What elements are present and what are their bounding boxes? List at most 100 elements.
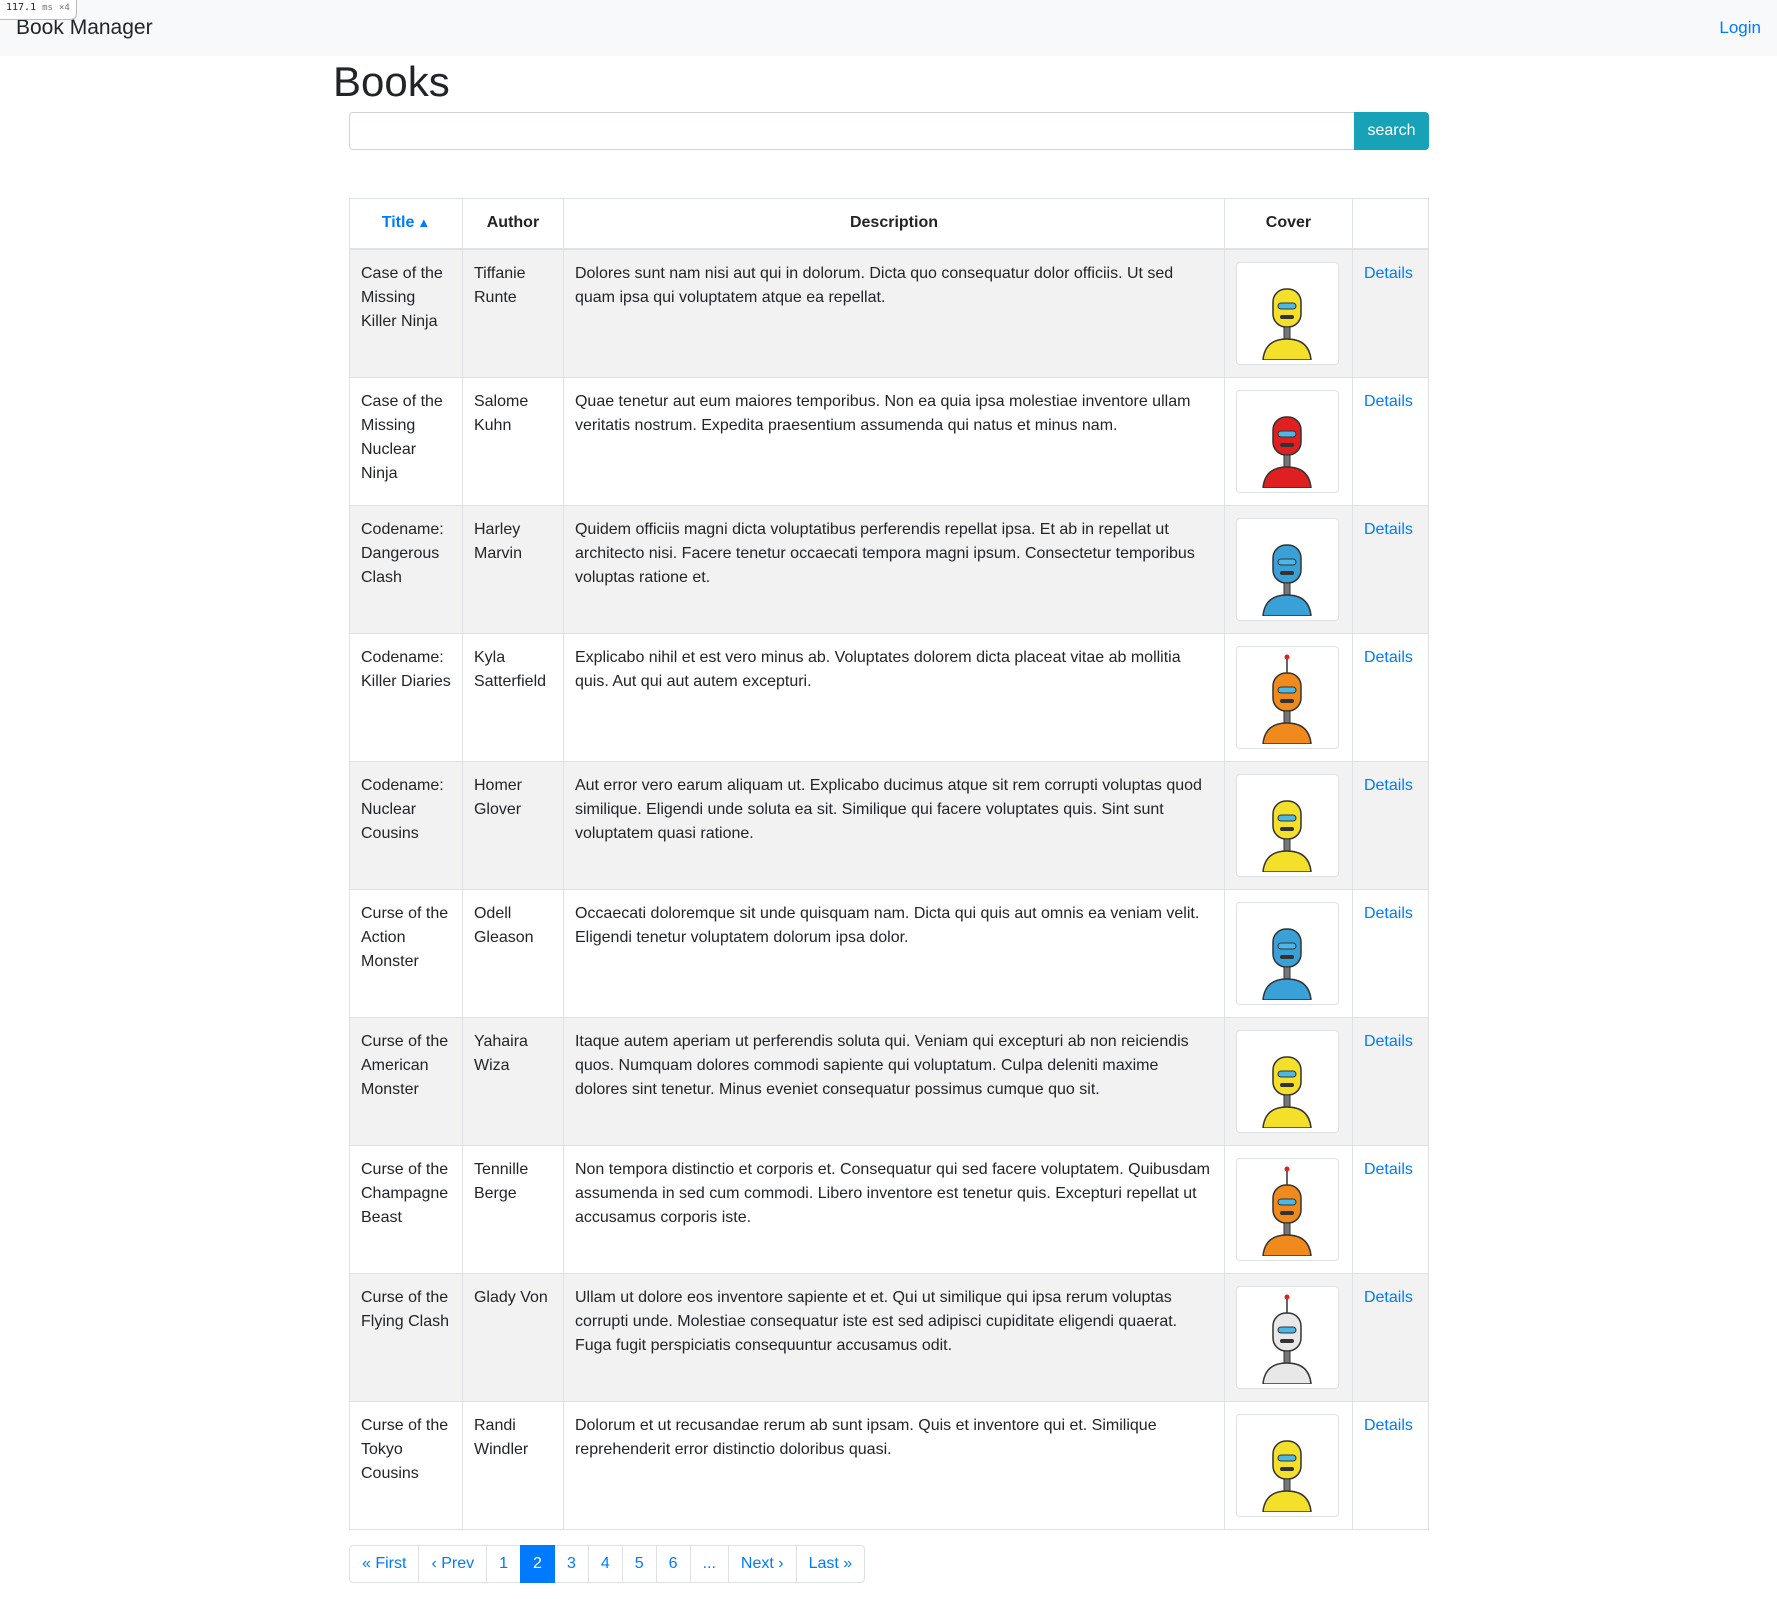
book-action-cell: Details — [1351, 1016, 1430, 1146]
table-row: Curse of the American Monster Yahaira Wiz… — [349, 1016, 1430, 1146]
blue-robot-cover — [1235, 517, 1339, 621]
yellow-robot-cover — [1235, 1413, 1339, 1517]
book-cover-cell — [1223, 888, 1353, 1018]
page-link[interactable]: Next › — [727, 1545, 797, 1583]
book-description: Dolores sunt nam nisi aut qui in dolorum… — [562, 248, 1225, 378]
header-action — [1351, 198, 1430, 250]
table-row: Curse of the Champagne Beast Tennille Ber… — [349, 1144, 1430, 1274]
page-link[interactable]: Last » — [795, 1545, 866, 1583]
book-cover-cell — [1223, 1144, 1353, 1274]
page-link[interactable]: « First — [349, 1545, 420, 1583]
book-author: Glady Von — [461, 1272, 564, 1402]
yellow-robot-cover — [1235, 1029, 1339, 1133]
book-action-cell: Details — [1351, 888, 1430, 1018]
page-link[interactable]: ‹ Prev — [418, 1545, 488, 1583]
header-title: Title ▲ — [349, 198, 463, 250]
details-link[interactable]: Details — [1364, 521, 1413, 538]
table-row: Codename: Nuclear Cousins Homer Glover Aut… — [349, 760, 1430, 890]
book-title: Curse of the Tokyo Cousins — [349, 1400, 463, 1530]
book-description: Quidem officiis magni dicta voluptatibus… — [562, 504, 1225, 634]
book-author: Homer Glover — [461, 760, 564, 890]
book-description: Non tempora distinctio et corporis et. C… — [562, 1144, 1225, 1274]
book-description: Dolorum et ut recusandae rerum ab sunt i… — [562, 1400, 1225, 1530]
books-table: Title ▲ Author Description Cover Case of … — [349, 198, 1430, 1530]
book-action-cell: Details — [1351, 504, 1430, 634]
book-author: Randi Windler — [461, 1400, 564, 1530]
book-action-cell: Details — [1351, 248, 1430, 378]
book-cover-cell — [1223, 1016, 1353, 1146]
book-description: Occaecati doloremque sit unde quisquam n… — [562, 888, 1225, 1018]
page-link-active[interactable]: 2 — [520, 1545, 555, 1583]
details-link[interactable]: Details — [1364, 1289, 1413, 1306]
table-row: Curse of the Action Monster Odell Gleason… — [349, 888, 1430, 1018]
book-title: Curse of the American Monster — [349, 1016, 463, 1146]
table-header-row: Title ▲ Author Description Cover — [349, 198, 1430, 250]
book-cover-cell — [1223, 760, 1353, 890]
page-link[interactable]: 5 — [621, 1545, 657, 1583]
page-title: Books — [333, 58, 450, 105]
book-author: Tennille Berge — [461, 1144, 564, 1274]
details-link[interactable]: Details — [1364, 1161, 1413, 1178]
perf-badge: 117.1 ms ×4 — [0, 0, 77, 20]
blue-robot-cover — [1235, 901, 1339, 1005]
search-button[interactable]: search — [1354, 112, 1429, 150]
details-link[interactable]: Details — [1364, 1417, 1413, 1434]
white-robot-cover — [1235, 1285, 1339, 1389]
table-row: Codename: Killer Diaries Kyla Satterfield… — [349, 632, 1430, 762]
book-title: Codename: Nuclear Cousins — [349, 760, 463, 890]
details-link[interactable]: Details — [1364, 393, 1413, 410]
page-link[interactable]: ... — [689, 1545, 729, 1583]
yellow-robot-cover — [1235, 261, 1339, 365]
book-title: Curse of the Flying Clash — [349, 1272, 463, 1402]
table-row: Case of the Missing Nuclear Ninja Salome … — [349, 376, 1430, 506]
details-link[interactable]: Details — [1364, 1033, 1413, 1050]
book-action-cell: Details — [1351, 376, 1430, 506]
table-row: Curse of the Tokyo Cousins Randi Windler D… — [349, 1400, 1430, 1530]
sort-ascending-icon: ▲ — [417, 215, 431, 231]
header-cover: Cover — [1223, 198, 1353, 250]
book-author: Harley Marvin — [461, 504, 564, 634]
book-title: Case of the Missing Nuclear Ninja — [349, 376, 463, 506]
login-link[interactable]: Login — [1719, 18, 1761, 38]
book-title: Codename: Killer Diaries — [349, 632, 463, 762]
book-description: Itaque autem aperiam ut perferendis solu… — [562, 1016, 1225, 1146]
page-link[interactable]: 6 — [655, 1545, 691, 1583]
details-link[interactable]: Details — [1364, 265, 1413, 282]
perf-unit: ms — [42, 3, 53, 13]
table-row: Case of the Missing Killer Ninja Tiffanie… — [349, 248, 1430, 378]
details-link[interactable]: Details — [1364, 905, 1413, 922]
sort-title-link[interactable]: Title ▲ — [382, 214, 430, 231]
details-link[interactable]: Details — [1364, 777, 1413, 794]
book-author: Tiffanie Runte — [461, 248, 564, 378]
book-description: Aut error vero earum aliquam ut. Explica… — [562, 760, 1225, 890]
book-action-cell: Details — [1351, 1272, 1430, 1402]
orange-robot-cover — [1235, 645, 1339, 749]
book-title: Case of the Missing Killer Ninja — [349, 248, 463, 378]
perf-multiplier: ×4 — [59, 3, 70, 13]
pagination: « First ‹ Prev 1 2 3 4 5 6... Next › Last » — [349, 1545, 866, 1583]
book-cover-cell — [1223, 376, 1353, 506]
book-cover-cell — [1223, 632, 1353, 762]
details-link[interactable]: Details — [1364, 649, 1413, 666]
book-cover-cell — [1223, 1400, 1353, 1530]
book-author: Yahaira Wiza — [461, 1016, 564, 1146]
header-description: Description — [562, 198, 1225, 250]
book-description: Explicabo nihil et est vero minus ab. Vo… — [562, 632, 1225, 762]
page-link[interactable]: 4 — [587, 1545, 623, 1583]
page-link[interactable]: 3 — [553, 1545, 589, 1583]
book-author: Odell Gleason — [461, 888, 564, 1018]
book-action-cell: Details — [1351, 632, 1430, 762]
table-body: Case of the Missing Killer Ninja Tiffanie… — [349, 248, 1430, 1530]
navbar: Book Manager Login — [0, 0, 1777, 56]
book-action-cell: Details — [1351, 1144, 1430, 1274]
book-author: Salome Kuhn — [461, 376, 564, 506]
book-action-cell: Details — [1351, 1400, 1430, 1530]
search-form: search — [349, 112, 1429, 150]
table-row: Codename: Dangerous Clash Harley Marvin Qu… — [349, 504, 1430, 634]
book-description: Ullam ut dolore eos inventore sapiente e… — [562, 1272, 1225, 1402]
page-link[interactable]: 1 — [486, 1545, 522, 1583]
red-robot-cover — [1235, 389, 1339, 493]
search-input[interactable] — [349, 112, 1354, 150]
book-title: Curse of the Champagne Beast — [349, 1144, 463, 1274]
book-author: Kyla Satterfield — [461, 632, 564, 762]
